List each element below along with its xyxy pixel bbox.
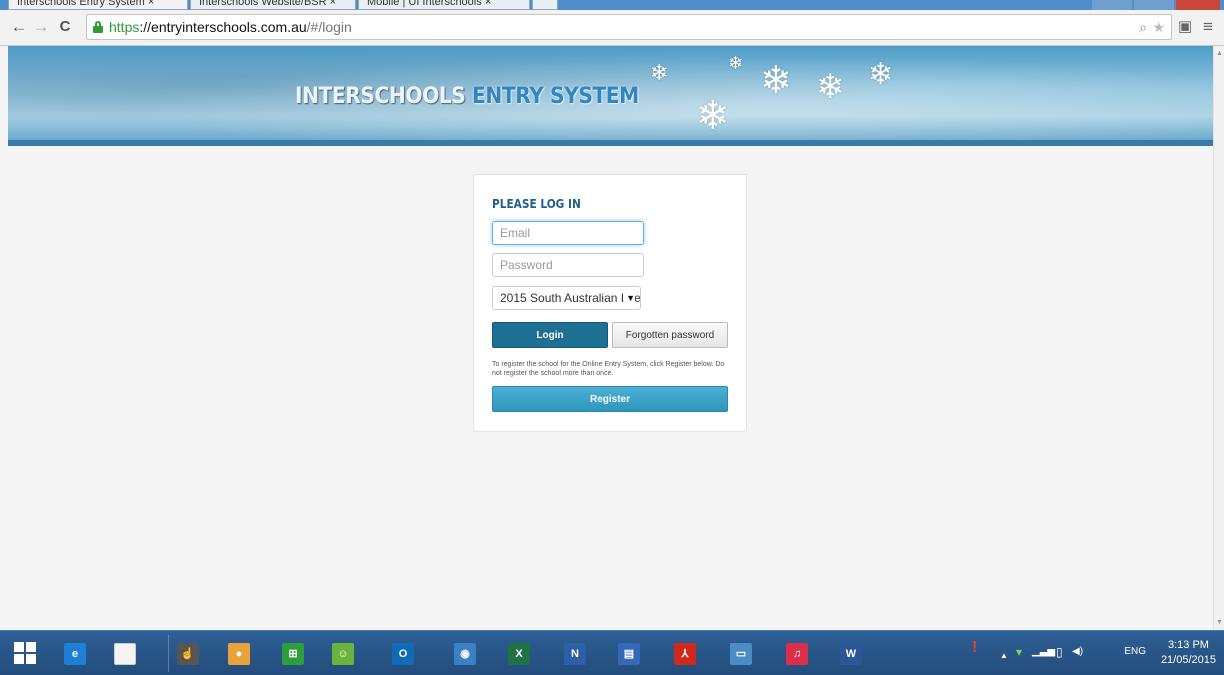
scroll-up-icon[interactable]: ▲ bbox=[1216, 50, 1223, 57]
taskbar-word-button[interactable]: W bbox=[832, 635, 870, 672]
media-icon: ◉ bbox=[454, 642, 476, 665]
tab-mobile-ui[interactable]: Mobile | UI Interschools × bbox=[358, 0, 530, 10]
window-close-button[interactable] bbox=[1176, 0, 1220, 10]
new-tab-button[interactable] bbox=[532, 0, 558, 10]
zoom-icon[interactable]: ⌕ bbox=[1139, 19, 1147, 35]
tab-close-icon[interactable]: × bbox=[485, 0, 491, 8]
tab-close-icon[interactable]: × bbox=[148, 0, 154, 8]
excel-icon: X bbox=[508, 642, 530, 665]
snowflake-icon: ❄ bbox=[760, 60, 792, 102]
language-indicator[interactable]: ENG bbox=[1124, 646, 1146, 657]
clock-date: 21/05/2015 bbox=[1160, 654, 1216, 666]
event-select-value: 2015 South Australian Interschools bbox=[500, 291, 640, 305]
login-button[interactable]: Login bbox=[492, 322, 608, 348]
snowflake-icon: ❄ bbox=[868, 58, 894, 91]
taskbar-nitro-button[interactable]: N bbox=[556, 635, 594, 672]
taskbar-people-button[interactable]: ☺ bbox=[324, 635, 362, 672]
touch-icon: ☝ bbox=[176, 642, 199, 665]
outlook-icon: O bbox=[392, 642, 414, 665]
remote-desktop-icon: ▤ bbox=[618, 642, 640, 665]
taskbar-acrobat-button[interactable]: ⅄ bbox=[666, 635, 704, 672]
windows-start-icon[interactable] bbox=[14, 642, 36, 664]
snowflake-icon: ❄ bbox=[816, 68, 845, 106]
tab-title: Mobile | UI Interschools bbox=[367, 0, 482, 8]
url-text: https://entryinterschools.com.au/#/login bbox=[109, 19, 352, 35]
internet-explorer-icon: e bbox=[64, 642, 86, 665]
browser-toolbar: ← → C https://entryinterschools.com.au/#… bbox=[0, 10, 1224, 46]
battery-icon[interactable]: ▯ bbox=[1056, 644, 1063, 660]
clock-time: 3:13 PM bbox=[1167, 639, 1209, 651]
banner-stripe bbox=[8, 140, 1213, 146]
action-center-alert-icon[interactable]: ! bbox=[972, 640, 977, 656]
windows-taskbar: e ☝ ● ⊞ ☺ O ◉ X N ▤ ⅄ ▭ ♫ W ! ▲ ▾ ▁▃▅ ▯ ◀) ENG 3:13 P… bbox=[0, 630, 1224, 675]
tab-title: Interschools Entry System bbox=[17, 0, 145, 8]
lock-icon bbox=[93, 21, 103, 33]
minimize-button[interactable] bbox=[1092, 0, 1132, 10]
forward-arrow-icon[interactable]: → bbox=[32, 18, 50, 36]
register-note: To register the school for the Online En… bbox=[492, 361, 725, 377]
file-icon bbox=[114, 642, 136, 665]
taskbar-outlook-button[interactable]: O bbox=[384, 635, 422, 672]
network-status-icon[interactable]: ▾ bbox=[1016, 644, 1022, 660]
people-icon: ☺ bbox=[332, 642, 354, 665]
bookmark-star-icon[interactable]: ★ bbox=[1152, 19, 1165, 35]
event-select[interactable]: 2015 South Australian Interschools ▼ bbox=[492, 286, 641, 310]
chrome-icon: ● bbox=[228, 642, 250, 665]
vertical-scrollbar[interactable]: ▲ ▼ bbox=[1213, 46, 1224, 630]
snowflake-icon: ❄ bbox=[728, 53, 744, 73]
maximize-button[interactable] bbox=[1134, 0, 1174, 10]
forgotten-password-button[interactable]: Forgotten password bbox=[612, 322, 728, 348]
tab-interschools-website[interactable]: Interschools Website/BSR × bbox=[190, 0, 356, 10]
dropdown-arrow-icon: ▼ bbox=[623, 287, 635, 309]
back-arrow-icon[interactable]: ← bbox=[10, 18, 28, 36]
login-heading: PLEASE LOG IN bbox=[492, 197, 581, 211]
store-icon: ⊞ bbox=[282, 642, 304, 665]
email-input[interactable] bbox=[492, 221, 644, 245]
menu-icon[interactable]: ≡ bbox=[1203, 18, 1213, 36]
tab-title: Interschools Website/BSR bbox=[199, 0, 327, 8]
taskbar-itunes-button[interactable]: ♫ bbox=[778, 635, 816, 672]
tab-interschools-entry[interactable]: Interschools Entry System × bbox=[8, 0, 188, 10]
taskbar-scanner-button[interactable]: ▭ bbox=[722, 635, 760, 672]
password-input[interactable] bbox=[492, 253, 644, 277]
taskbar-internet-explorer-button[interactable]: e bbox=[56, 635, 94, 672]
reload-icon[interactable]: C bbox=[56, 18, 74, 36]
itunes-icon: ♫ bbox=[786, 642, 808, 665]
register-button[interactable]: Register bbox=[492, 386, 728, 412]
word-icon: W bbox=[840, 642, 862, 665]
acrobat-icon: ⅄ bbox=[674, 642, 696, 665]
address-bar[interactable]: https://entryinterschools.com.au/#/login… bbox=[86, 14, 1172, 40]
taskbar-media-button[interactable]: ◉ bbox=[446, 635, 484, 672]
volume-icon[interactable]: ◀) bbox=[1072, 644, 1083, 660]
browser-tab-strip: Interschools Entry System × Interschools… bbox=[0, 0, 1224, 10]
taskbar-excel-button[interactable]: X bbox=[500, 635, 538, 672]
page-viewport: INTERSCHOOLS ENTRY SYSTEM ❄ ❄ ❄ ❄ ❄ ❄ PL… bbox=[0, 46, 1213, 630]
tab-close-icon[interactable]: × bbox=[330, 0, 336, 8]
site-banner: INTERSCHOOLS ENTRY SYSTEM ❄ ❄ ❄ ❄ ❄ ❄ bbox=[8, 46, 1213, 146]
login-panel: PLEASE LOG IN 2015 South Australian Inte… bbox=[473, 174, 747, 432]
signal-strength-icon[interactable]: ▁▃▅ bbox=[1032, 644, 1055, 660]
extension-icon[interactable]: ▣ bbox=[1178, 18, 1192, 36]
scanner-icon: ▭ bbox=[730, 642, 752, 665]
taskbar-chrome-button[interactable]: ● bbox=[220, 635, 258, 672]
nitro-icon: N bbox=[564, 642, 586, 665]
scroll-down-icon[interactable]: ▼ bbox=[1216, 619, 1223, 626]
taskbar-remote-desktop-button[interactable]: ▤ bbox=[610, 635, 648, 672]
site-title: INTERSCHOOLS ENTRY SYSTEM bbox=[295, 84, 639, 109]
taskbar-clock[interactable]: 3:13 PM 21/05/2015 bbox=[1161, 638, 1216, 668]
taskbar-touch-button[interactable]: ☝ bbox=[168, 635, 206, 672]
taskbar-file-button[interactable] bbox=[106, 635, 144, 672]
system-tray: ! ▲ ▾ ▁▃▅ ▯ ◀) ENG 3:13 PM 21/05/2015 bbox=[964, 631, 1224, 675]
taskbar-store-button[interactable]: ⊞ bbox=[274, 635, 312, 672]
snowflake-icon: ❄ bbox=[650, 60, 669, 85]
show-hidden-icons-icon[interactable]: ▲ bbox=[1000, 648, 1008, 664]
snowflake-icon: ❄ bbox=[696, 94, 730, 138]
